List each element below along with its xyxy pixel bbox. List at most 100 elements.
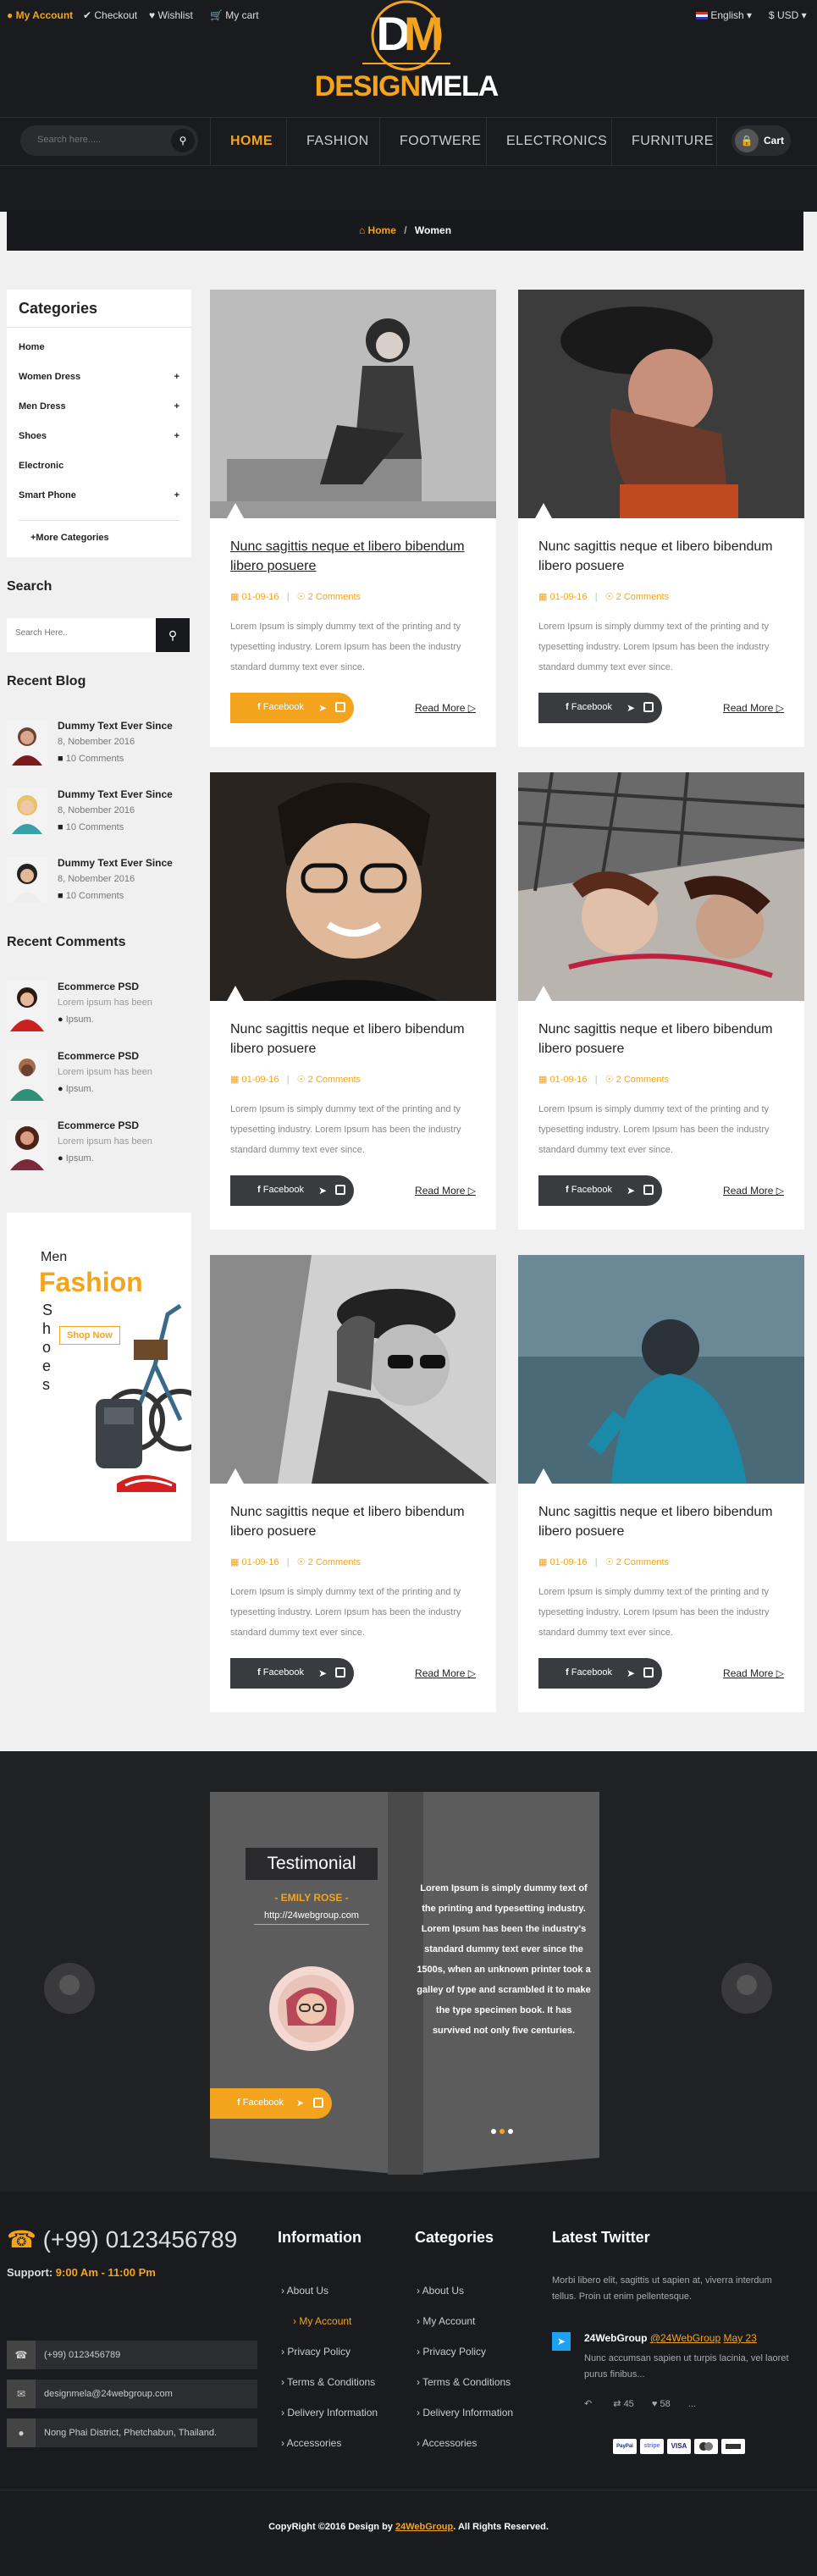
post-image[interactable]	[210, 290, 496, 518]
category-link[interactable]: › Terms & Conditions	[417, 2376, 511, 2388]
contact-email[interactable]: ✉ designmela@24webgroup.com	[7, 2380, 257, 2408]
category-link[interactable]: › Accessories	[417, 2437, 477, 2449]
instagram-icon[interactable]	[643, 1185, 654, 1195]
facebook-share[interactable]: f Facebook	[257, 1667, 304, 1678]
facebook-share[interactable]: f Facebook	[257, 1185, 304, 1195]
sidebar-search-input[interactable]	[15, 628, 151, 638]
header-search-input[interactable]	[37, 135, 164, 145]
nav-furniture[interactable]: FURNITURE	[632, 134, 714, 149]
category-link[interactable]: › Delivery Information	[417, 2407, 513, 2418]
more-categories-link[interactable]: +More Categories	[30, 533, 109, 543]
category-link[interactable]: › About Us	[417, 2285, 464, 2297]
shoes-promo-banner[interactable]: Men Fashion Shoes Shop Now	[7, 1213, 191, 1541]
read-more-link[interactable]: Read More ▷	[415, 702, 476, 714]
instagram-icon[interactable]	[335, 1667, 345, 1678]
category-men-dress[interactable]: Men Dress +	[19, 401, 179, 412]
category-electronic[interactable]: Electronic	[19, 461, 179, 471]
post-title[interactable]: Nunc sagittis neque et libero bibendum l…	[538, 537, 784, 576]
sidebar-search[interactable]: ⚲	[7, 618, 190, 652]
category-smart-phone[interactable]: Smart Phone +	[19, 490, 179, 500]
comment-item[interactable]: Ecommerce PSD Lorem ipsum has been ● Ips…	[7, 1116, 191, 1175]
facebook-share[interactable]: f Facebook	[566, 702, 612, 712]
testimonial-share-bar[interactable]: f Facebook ➤	[210, 2088, 332, 2119]
category-link[interactable]: › Privacy Policy	[417, 2346, 486, 2358]
reply-icon[interactable]: ↶	[584, 2399, 592, 2409]
nav-fashion[interactable]: FASHION	[306, 134, 369, 149]
carousel-dot-active[interactable]	[500, 2129, 505, 2134]
category-home[interactable]: Home	[19, 342, 179, 352]
facebook-share[interactable]: f Facebook	[566, 1667, 612, 1678]
blog-item[interactable]: Dummy Text Ever Since 8, Nobember 2016 ■…	[7, 785, 191, 844]
expand-icon[interactable]: +	[174, 431, 179, 441]
twitter-icon[interactable]: ➤	[627, 1667, 635, 1679]
facebook-share[interactable]: f Facebook	[566, 1185, 612, 1195]
carousel-dots[interactable]	[491, 2129, 516, 2136]
shop-now-button[interactable]: Shop Now	[59, 1326, 120, 1345]
expand-icon[interactable]: +	[174, 401, 179, 412]
category-women-dress[interactable]: Women Dress +	[19, 372, 179, 382]
post-title[interactable]: Nunc sagittis neque et libero bibendum l…	[230, 1502, 476, 1541]
my-account-link[interactable]: ● My Account	[7, 9, 73, 21]
post-image[interactable]	[518, 290, 804, 518]
blog-item[interactable]: Dummy Text Ever Since 8, Nobember 2016 ■…	[7, 854, 191, 913]
carousel-dot[interactable]	[508, 2129, 513, 2134]
site-logo[interactable]: DM DESIGNMELA	[313, 0, 500, 110]
category-link[interactable]: › My Account	[417, 2315, 475, 2327]
currency-select[interactable]: $ USD ▾	[769, 9, 807, 21]
post-title[interactable]: Nunc sagittis neque et libero bibendum l…	[538, 1020, 784, 1059]
twitter-icon[interactable]: ➤	[627, 1185, 635, 1197]
instagram-icon[interactable]	[313, 2098, 323, 2108]
twitter-icon[interactable]: ➤	[318, 702, 327, 714]
facebook-share[interactable]: f Facebook	[257, 702, 304, 712]
info-link[interactable]: › Delivery Information	[281, 2407, 378, 2418]
read-more-link[interactable]: Read More ▷	[723, 702, 784, 714]
my-cart-link[interactable]: 🛒 My cart	[210, 9, 259, 21]
post-title[interactable]: Nunc sagittis neque et libero bibendum l…	[230, 1020, 476, 1059]
read-more-link[interactable]: Read More ▷	[723, 1667, 784, 1679]
nav-home[interactable]: HOME	[230, 134, 273, 149]
nav-electronics[interactable]: ELECTRONICS	[506, 134, 607, 149]
retweet-icon[interactable]: ⇄	[613, 2399, 621, 2409]
post-image[interactable]	[518, 772, 804, 1001]
comment-item[interactable]: Ecommerce PSD Lorem ipsum has been ● Ips…	[7, 1047, 191, 1106]
post-title[interactable]: Nunc sagittis neque et libero bibendum l…	[538, 1502, 784, 1541]
read-more-link[interactable]: Read More ▷	[415, 1667, 476, 1679]
twitter-icon[interactable]: ➤	[318, 1667, 327, 1679]
search-icon[interactable]: ⚲	[156, 618, 190, 652]
language-select[interactable]: English ▾	[696, 9, 752, 21]
carousel-dot[interactable]	[491, 2129, 496, 2134]
post-image[interactable]	[210, 1255, 496, 1484]
instagram-icon[interactable]	[643, 1667, 654, 1678]
post-title[interactable]: Nunc sagittis neque et libero bibendum l…	[230, 537, 476, 576]
info-link[interactable]: › Accessories	[281, 2437, 341, 2449]
twitter-icon[interactable]: ➤	[552, 2332, 571, 2351]
checkout-link[interactable]: ✔ Checkout	[83, 9, 137, 21]
instagram-icon[interactable]	[643, 702, 654, 712]
info-link[interactable]: › Privacy Policy	[281, 2346, 351, 2358]
breadcrumb-home[interactable]: ⌂ Home	[359, 224, 396, 236]
read-more-link[interactable]: Read More ▷	[723, 1185, 784, 1197]
instagram-icon[interactable]	[335, 1185, 345, 1195]
wishlist-link[interactable]: ♥ Wishlist	[149, 9, 193, 21]
info-link[interactable]: › Terms & Conditions	[281, 2376, 375, 2388]
comment-item[interactable]: Ecommerce PSD Lorem ipsum has been ● Ips…	[7, 977, 191, 1036]
search-icon[interactable]: ⚲	[171, 129, 195, 152]
instagram-icon[interactable]	[335, 702, 345, 712]
heart-icon[interactable]: ♥	[652, 2399, 658, 2409]
post-image[interactable]	[518, 1255, 804, 1484]
read-more-link[interactable]: Read More ▷	[415, 1185, 476, 1197]
twitter-icon[interactable]: ➤	[318, 1185, 327, 1197]
testimonial-url[interactable]: http://24webgroup.com	[254, 1910, 369, 1925]
blog-item[interactable]: Dummy Text Ever Since 8, Nobember 2016 ■…	[7, 716, 191, 776]
info-link-active[interactable]: › My Account	[293, 2315, 351, 2327]
info-link[interactable]: › About Us	[281, 2285, 328, 2297]
nav-footwere[interactable]: FOOTWERE	[400, 134, 481, 149]
post-image[interactable]	[210, 772, 496, 1001]
facebook-share[interactable]: f Facebook	[237, 2098, 284, 2108]
header-search[interactable]: ⚲	[20, 125, 198, 156]
twitter-icon[interactable]: ➤	[296, 2098, 304, 2109]
expand-icon[interactable]: +	[174, 490, 179, 500]
expand-icon[interactable]: +	[174, 372, 179, 382]
cart-button[interactable]: 🔒 Cart	[731, 125, 791, 156]
category-shoes[interactable]: Shoes +	[19, 431, 179, 441]
